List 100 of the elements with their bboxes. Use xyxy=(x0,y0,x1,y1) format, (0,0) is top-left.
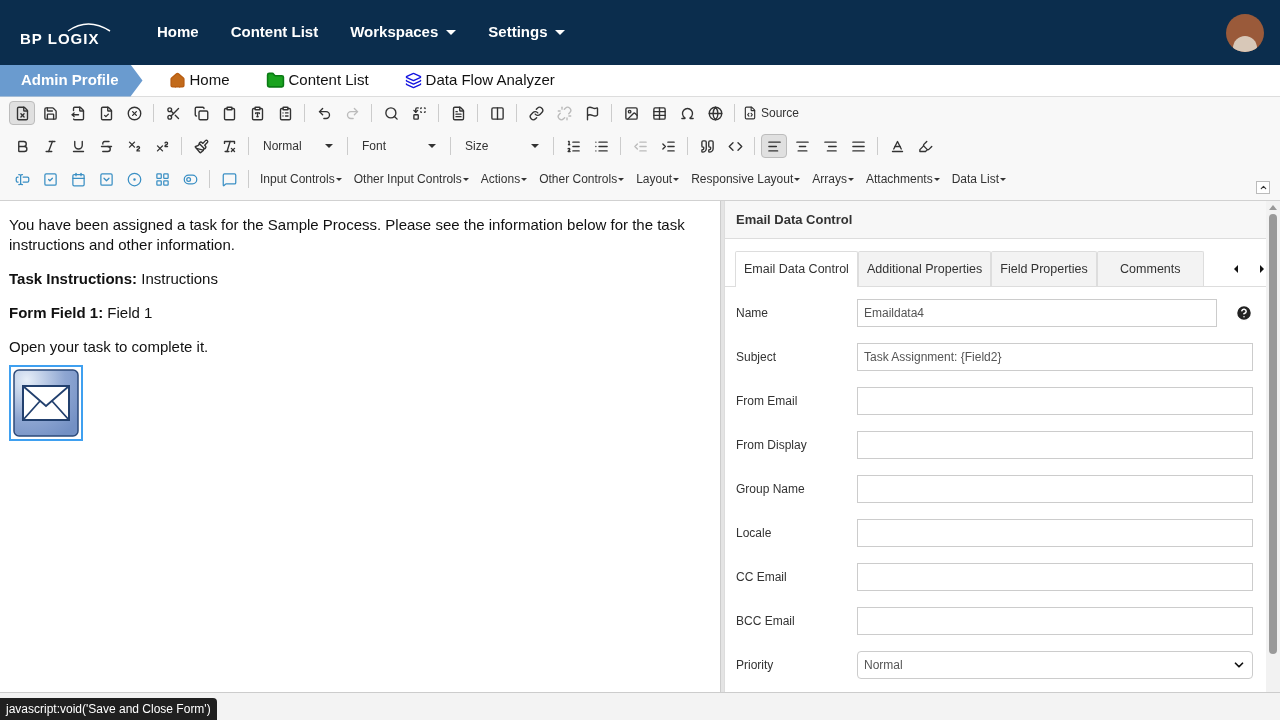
align-right-icon xyxy=(822,138,838,154)
align-center-icon xyxy=(794,138,810,154)
superscript-icon xyxy=(154,138,170,154)
breadcrumb-link[interactable]: Data Flow Analyzer xyxy=(425,69,555,92)
paste-text-icon xyxy=(249,105,265,121)
caret-icon xyxy=(462,177,469,181)
align-left-button[interactable] xyxy=(761,134,787,158)
omega-icon xyxy=(679,105,695,121)
search-icon xyxy=(383,105,399,121)
save-close-button[interactable] xyxy=(9,101,35,125)
scroll-left-icon[interactable] xyxy=(1234,264,1238,273)
toggle-icon xyxy=(182,171,198,187)
text-input-icon xyxy=(14,171,30,187)
caret-icon xyxy=(428,144,436,148)
status-tooltip: javascript:void('Save and Close Form') xyxy=(0,698,217,720)
field-label: Locale xyxy=(735,525,773,542)
paste-icon xyxy=(221,105,237,121)
source-button[interactable]: Source xyxy=(741,101,802,125)
background-color-icon xyxy=(917,138,933,154)
grid-icon xyxy=(154,171,170,187)
text-field[interactable] xyxy=(857,387,1253,415)
text-field[interactable] xyxy=(857,563,1253,591)
field-label: Subject xyxy=(735,349,778,366)
layout-icon xyxy=(489,105,505,121)
underline-icon xyxy=(70,138,86,154)
text-field[interactable] xyxy=(857,431,1253,459)
caret-icon xyxy=(335,177,342,181)
radio-tool-icon xyxy=(126,171,142,187)
editor-paragraph: You have been assigned a task for the Sample Process. Please see the information below for the task instructions and other information. xyxy=(9,215,686,255)
logo[interactable]: BP LOGIX xyxy=(20,12,110,53)
menu-dropdown[interactable]: Attachments xyxy=(860,168,945,190)
folder-icon xyxy=(265,71,285,90)
nav-link[interactable]: Workspaces xyxy=(341,21,466,44)
menu-dropdown[interactable]: Other Input Controls xyxy=(348,168,474,190)
file-code-icon xyxy=(743,106,757,120)
field-label: From Display xyxy=(735,437,808,454)
menu-dropdown[interactable]: Data List xyxy=(946,168,1011,190)
caret-icon xyxy=(847,177,854,181)
indent-icon xyxy=(660,138,676,154)
panel-tab[interactable]: Additional Properties xyxy=(857,251,992,286)
text-color-icon xyxy=(889,138,905,154)
menu-dropdown[interactable]: Input Controls xyxy=(255,168,347,190)
caret-icon xyxy=(521,177,528,181)
panel-tab[interactable]: Email Data Control xyxy=(735,251,858,287)
avatar[interactable] xyxy=(1226,13,1264,52)
clear-format-icon xyxy=(221,138,237,154)
bullet-list-icon xyxy=(593,138,609,154)
email-image[interactable] xyxy=(9,365,83,441)
panel-tab[interactable]: Comments xyxy=(1096,251,1204,286)
align-left-icon xyxy=(766,138,782,154)
select-field[interactable]: Normal xyxy=(857,651,1253,679)
house-icon xyxy=(168,72,186,89)
panel-title: Email Data Control xyxy=(736,210,853,229)
outdent-icon xyxy=(632,138,648,154)
caret-icon xyxy=(673,177,680,181)
logo-text: BP LOGIX xyxy=(20,29,100,49)
link-icon xyxy=(528,105,544,121)
replace-icon xyxy=(411,105,427,121)
format-dropdown[interactable]: Size xyxy=(457,135,547,157)
caret-icon xyxy=(325,144,333,148)
caret-icon xyxy=(933,177,940,181)
form-icon xyxy=(450,105,466,121)
strikethrough-icon xyxy=(98,138,114,154)
field-label: Priority xyxy=(735,657,775,674)
nav-link[interactable]: Home xyxy=(148,21,208,44)
numbered-list-icon xyxy=(565,138,581,154)
format-dropdown[interactable]: Font xyxy=(354,135,444,157)
field-label: CC Email xyxy=(735,569,788,586)
flag-icon xyxy=(584,105,600,121)
nav-link[interactable]: Settings xyxy=(479,21,575,44)
globe-icon xyxy=(707,105,723,121)
format-dropdown[interactable]: Normal xyxy=(255,135,341,157)
menu-dropdown[interactable]: Responsive Layout xyxy=(686,168,806,190)
breadcrumb-link[interactable]: Home xyxy=(189,69,230,92)
editor-paragraph: Form Field 1: Field 1 xyxy=(9,303,154,323)
text-field[interactable]: Task Assignment: {Field2} xyxy=(857,343,1253,371)
text-field[interactable] xyxy=(857,475,1253,503)
subscript-icon xyxy=(126,138,142,154)
italic-icon xyxy=(42,138,58,154)
justify-icon xyxy=(850,138,866,154)
help-icon[interactable] xyxy=(1235,304,1253,322)
field-label: Group Name xyxy=(735,481,806,498)
nav-link[interactable]: Content List xyxy=(221,21,328,44)
text-field[interactable] xyxy=(857,607,1253,635)
comment-icon xyxy=(221,171,237,187)
menu-dropdown[interactable]: Other Controls xyxy=(534,168,630,190)
paintbrush-icon xyxy=(193,138,209,154)
unlink-icon xyxy=(556,105,572,121)
menu-dropdown[interactable]: Arrays xyxy=(807,168,859,190)
text-field[interactable] xyxy=(857,519,1253,547)
collapse-button[interactable] xyxy=(1256,181,1270,194)
check-icon xyxy=(98,105,114,121)
caret-icon xyxy=(1000,177,1006,181)
text-field[interactable]: Emaildata4 xyxy=(857,299,1217,327)
panel-tab[interactable]: Field Properties xyxy=(991,251,1097,286)
breadcrumb-link[interactable]: Content List xyxy=(288,69,369,92)
menu-dropdown[interactable]: Layout xyxy=(631,168,685,190)
chevron-up-icon xyxy=(1258,183,1268,192)
menu-dropdown[interactable]: Actions xyxy=(475,168,533,190)
dropdown-icon xyxy=(98,171,114,187)
